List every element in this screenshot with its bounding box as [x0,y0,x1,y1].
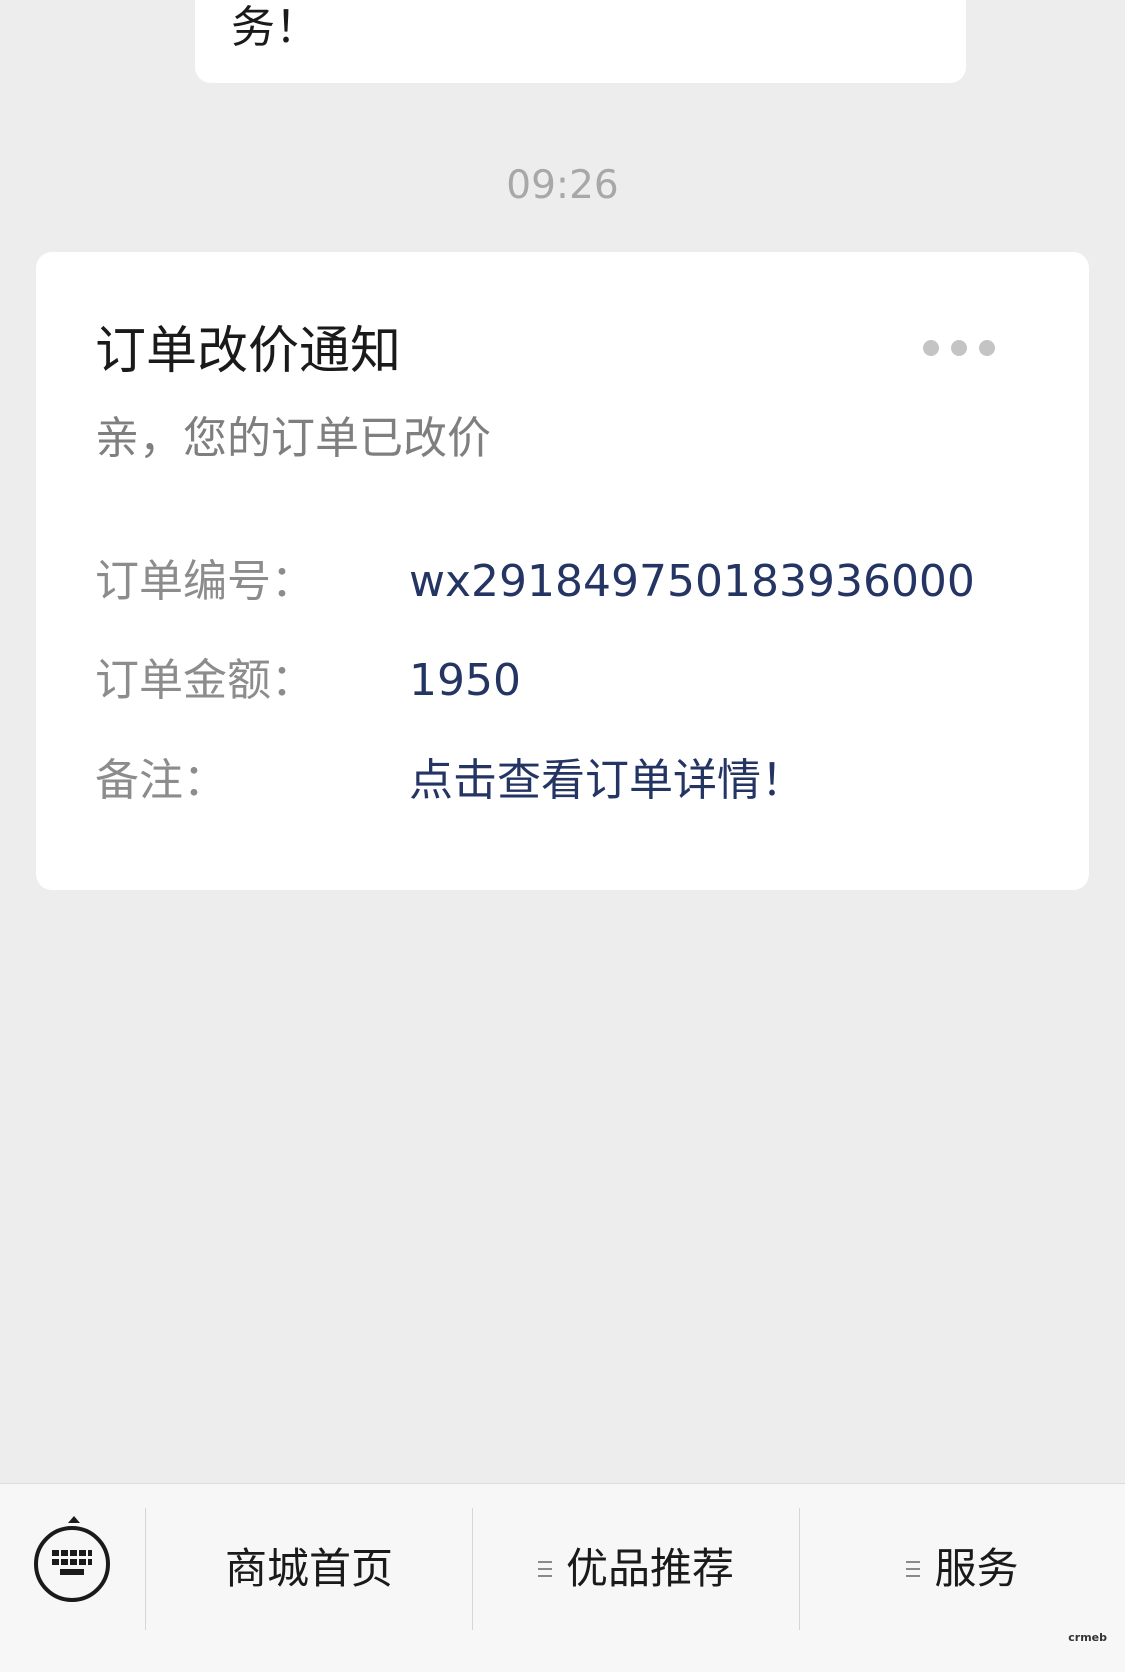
menu-item-label: 优品推荐 [565,1544,734,1593]
watermark-logo: crmeb [1068,1631,1107,1644]
keyboard-icon[interactable] [34,1516,110,1602]
more-dot [923,340,939,356]
more-dot [979,340,995,356]
submenu-icon [537,1561,552,1577]
order-number-value: wx291849750183936000 [409,556,975,607]
remark-label: 备注： [95,755,227,806]
menu-item-mall-home[interactable]: 商城首页 [146,1508,472,1630]
remark-row: 备注： 点击查看订单详情！ [95,749,1055,813]
order-number-label: 订单编号： [95,556,315,607]
bottom-menu-bar: 商城首页 优品推荐 服务 crmeb [0,1483,1125,1672]
order-number-row: 订单编号： wx291849750183936000 [95,550,1055,614]
submenu-icon [906,1561,921,1577]
menu-item-service[interactable]: 服务 [800,1508,1125,1630]
caret-up-icon [68,1516,80,1523]
more-dot [951,340,967,356]
card-subtitle: 亲，您的订单已改价 [95,413,491,464]
keyboard-glyph-icon [52,1550,92,1575]
menu-item-label: 商城首页 [224,1544,393,1593]
menu-item-recommended[interactable]: 优品推荐 [473,1508,799,1630]
message-timestamp: 09:26 [506,163,619,208]
menu-item-label: 服务 [934,1544,1019,1593]
previous-message-text: 务！ [231,2,319,53]
remark-value[interactable]: 点击查看订单详情！ [409,749,805,813]
order-amount-label: 订单金额： [95,655,315,706]
card-title: 订单改价通知 [95,322,402,381]
order-amount-value: 1950 [409,655,521,706]
more-dots-icon[interactable] [923,330,995,366]
previous-message-card[interactable]: 务！ [195,0,966,83]
order-amount-row: 订单金额： 1950 [95,649,1055,713]
